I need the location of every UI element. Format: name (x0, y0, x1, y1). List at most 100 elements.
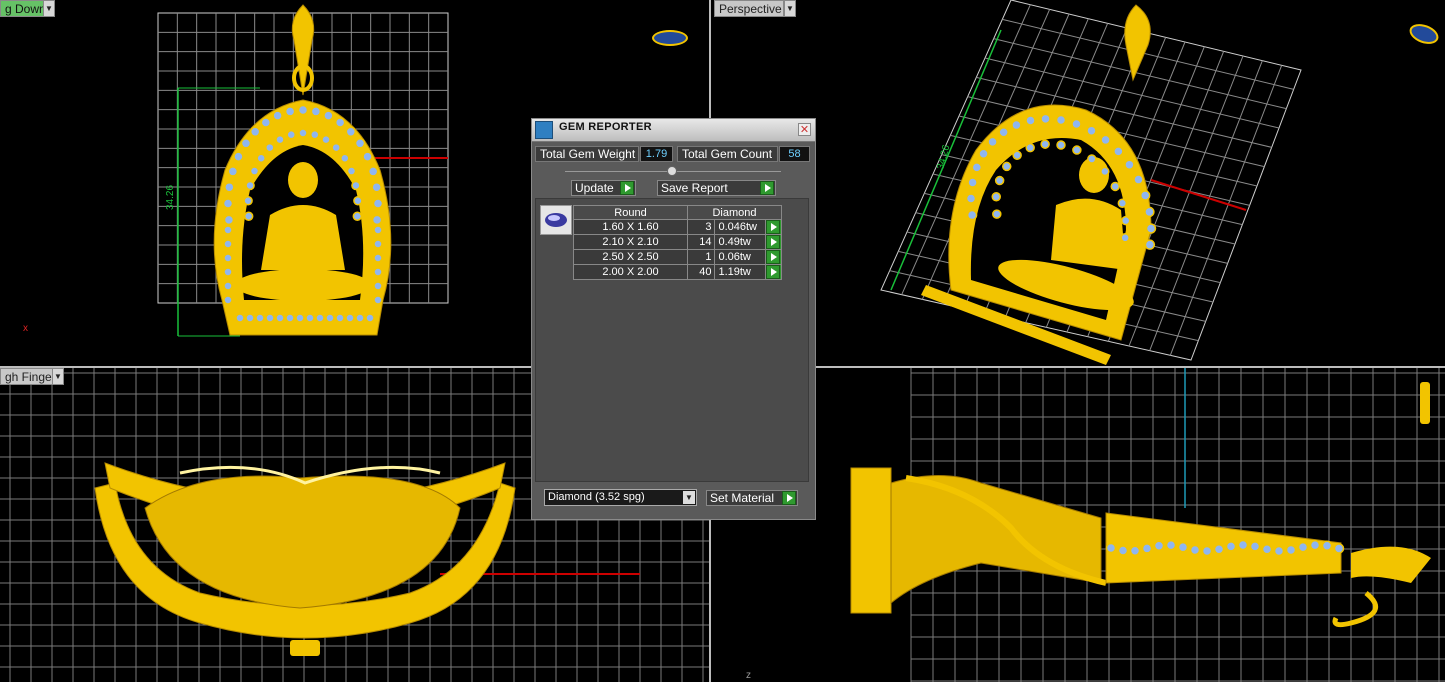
gem-stone (1285, 544, 1297, 556)
gem-stone (235, 313, 245, 323)
viewport-top-right-dropdown[interactable]: ▼ (784, 0, 796, 17)
view-cube-icon-side[interactable] (1420, 382, 1430, 424)
section-collapse-icon[interactable] (667, 166, 677, 176)
row-go-icon (765, 235, 780, 249)
gem-stone (223, 214, 235, 226)
gem-stone (223, 253, 233, 263)
gem-weight: 0.06tw (714, 249, 766, 265)
row-go-button[interactable] (764, 249, 782, 265)
gem-size: 1.60 X 1.60 (573, 219, 688, 235)
table-row[interactable]: 2.00 X 2.00 40 1.19tw (573, 264, 782, 280)
gem-size: 2.10 X 2.10 (573, 234, 688, 250)
gem-stone (371, 181, 382, 193)
gem-reporter-titlebar[interactable]: GEM REPORTER ✕ (532, 119, 815, 142)
gem-stone (1124, 159, 1135, 170)
gem-stone (373, 295, 383, 305)
gem-stone (362, 151, 373, 162)
gem-stone (1261, 544, 1273, 555)
gem-stone (224, 181, 235, 193)
table-row[interactable]: 2.50 X 2.50 1 0.06tw (573, 249, 782, 265)
view-cube-icon[interactable] (652, 30, 688, 46)
gem-stone (1144, 239, 1156, 250)
row-go-button[interactable] (764, 264, 782, 280)
gem-stone (1117, 545, 1129, 556)
gem-table-header: Round Diamond (573, 205, 782, 220)
gem-stone (1072, 145, 1082, 155)
gem-stone (373, 281, 383, 291)
gem-stone (243, 196, 253, 206)
close-button[interactable]: ✕ (798, 123, 811, 136)
gem-stone (1105, 542, 1117, 554)
gem-stone (223, 295, 233, 305)
viewport-bottom-left-label[interactable]: gh Finger (0, 368, 56, 385)
gem-stone (249, 166, 260, 176)
gem-stone (1249, 541, 1261, 552)
gem-stone (286, 129, 296, 140)
gem-stone (367, 166, 379, 177)
gem-stone (1117, 198, 1128, 208)
row-go-button[interactable] (764, 234, 782, 250)
gem-count: 3 (686, 219, 716, 235)
save-report-go-icon[interactable] (760, 181, 774, 195)
update-button[interactable]: Update (571, 180, 636, 196)
gem-stone (1040, 139, 1050, 149)
row-go-button[interactable] (764, 219, 782, 235)
gem-stone (1120, 215, 1131, 226)
gem-stone (1141, 543, 1153, 554)
gem-stone (373, 239, 383, 249)
gem-stone (272, 110, 283, 121)
save-report-button[interactable]: Save Report (657, 180, 776, 196)
gem-stone (223, 281, 233, 291)
gem-stone (256, 153, 266, 163)
gem-count: 1 (686, 249, 716, 265)
gem-stone (971, 162, 983, 173)
material-select-value: Diamond (3.52 spg) (548, 491, 645, 503)
gem-stone (310, 106, 322, 117)
gem-stone (1144, 206, 1155, 218)
material-select[interactable]: Diamond (3.52 spg) ▼ (544, 489, 697, 506)
gem-stone (249, 126, 261, 138)
gem-stone (321, 134, 331, 145)
chevron-down-icon[interactable]: ▼ (683, 491, 695, 504)
viewport-bottom-right[interactable]: z (711, 368, 1445, 682)
total-gem-weight-label: Total Gem Weight (535, 146, 639, 162)
table-row[interactable]: 2.10 X 2.10 14 0.49tw (573, 234, 782, 250)
table-row[interactable]: 1.60 X 1.60 3 0.046tw (573, 219, 782, 235)
gem-stone (1145, 223, 1157, 234)
header-shape: Round (573, 205, 688, 220)
axis-x-label: x (23, 323, 28, 334)
gem-stone (334, 117, 346, 128)
gem-stone (1011, 119, 1022, 131)
gem-stone (371, 214, 383, 226)
gem-stone (1100, 166, 1110, 177)
gem-stone (1086, 125, 1097, 136)
gem-stone (1129, 545, 1141, 556)
gem-stone (1177, 541, 1189, 553)
gem-stone (355, 313, 365, 323)
gem-stone (346, 166, 357, 176)
gem-stone (298, 128, 308, 138)
set-material-go-icon[interactable] (782, 491, 796, 505)
gem-size: 2.00 X 2.00 (573, 264, 688, 280)
gem-stone (1110, 181, 1120, 192)
gem-stone (994, 175, 1005, 186)
gem-weight: 0.046tw (714, 219, 766, 235)
set-material-button[interactable]: Set Material (706, 490, 798, 506)
viewport-top-right[interactable]: 34.26 Perspective ▼ (711, 0, 1445, 366)
viewport-bottom-left-dropdown[interactable]: ▼ (52, 368, 64, 385)
gem-stone (1056, 140, 1066, 150)
gem-stone (1237, 539, 1249, 551)
total-gem-count-label: Total Gem Count (677, 146, 778, 162)
gem-stone (354, 138, 366, 149)
gem-stone (966, 209, 978, 221)
gem-stone (222, 198, 234, 209)
gem-reporter-app-icon (535, 121, 553, 139)
viewport-top-left-dropdown[interactable]: ▼ (43, 0, 55, 17)
gem-stone (1120, 233, 1130, 243)
round-gem-thumbnail-icon[interactable] (540, 205, 572, 235)
viewport-top-right-label[interactable]: Perspective (714, 0, 784, 17)
gem-stone (998, 126, 1009, 138)
row-go-icon (765, 220, 780, 234)
gem-stone (1273, 545, 1285, 557)
update-go-icon[interactable] (620, 181, 634, 195)
